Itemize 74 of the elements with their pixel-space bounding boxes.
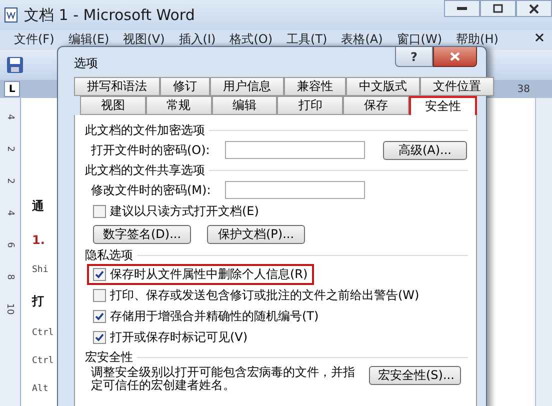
document-text: 通 (32, 198, 44, 215)
ruler-number: 4 (5, 114, 15, 120)
section-heading: 此文档的文件共享选项 (85, 162, 205, 178)
help-button[interactable]: ? (395, 47, 433, 67)
document-text: 1. (32, 233, 45, 247)
section-heading: 此文档的文件加密选项 (85, 122, 205, 138)
checkbox[interactable] (93, 331, 106, 344)
document-text: 打 (32, 293, 44, 310)
checkbox[interactable] (93, 289, 106, 302)
tab[interactable]: 拼写和语法 (74, 77, 160, 96)
close-button[interactable] (516, 0, 552, 17)
checkbox-option[interactable]: 打印、保存或发送包含修订或批注的文件之前给出警告(W) (87, 285, 426, 306)
menu-item[interactable]: 窗口(W) (396, 31, 442, 48)
ruler-number: 4 (5, 210, 15, 216)
tab[interactable]: 编辑 (212, 96, 278, 115)
advanced-button[interactable]: 高级(A)... (383, 140, 467, 160)
dialog-title: 选项 (74, 55, 98, 72)
ruler-number: 2 (5, 178, 15, 184)
document-icon (4, 7, 18, 23)
tab[interactable]: 安全性 (409, 96, 477, 115)
menu-item[interactable]: 工具(T) (286, 31, 328, 48)
checkbox[interactable] (93, 310, 106, 323)
checkbox-option[interactable]: 存储用于增强合并精确性的随机编号(T) (87, 306, 325, 327)
macro-description: 调整安全级别以打开可能包含宏病毒的文件，并指定可信任的宏创建者姓名。 (91, 366, 356, 392)
menu-item[interactable]: 帮助(H) (456, 31, 498, 48)
checkbox-option[interactable]: 保存时从文件属性中删除个人信息(R) (87, 264, 314, 285)
minimize-icon (457, 6, 467, 10)
ruler-number: 8 (5, 274, 15, 280)
menu-item[interactable]: 插入(I) (178, 31, 216, 48)
scrollbar[interactable] (535, 98, 552, 406)
tab[interactable]: 用户信息 (210, 77, 284, 96)
checkbox[interactable] (93, 205, 106, 218)
tab[interactable]: 兼容性 (284, 77, 346, 96)
menu-item[interactable]: 表格(A) (341, 31, 383, 48)
window-title: 文档 1 - Microsoft Word (24, 6, 195, 24)
tab[interactable]: 保存 (343, 96, 410, 115)
menu-item[interactable]: 文件(F) (14, 31, 54, 48)
tab[interactable]: 视图 (80, 96, 146, 115)
document-text: Alt (32, 384, 48, 394)
tab[interactable]: 修订 (160, 77, 210, 96)
ruler-number: 6 (5, 242, 15, 248)
menu-item[interactable]: 视图(V) (123, 31, 165, 48)
ruler-number: 38 (517, 84, 530, 94)
maximize-icon (493, 4, 503, 13)
document-text: Ctrl (32, 356, 54, 366)
checkbox-option[interactable]: 打开或保存时标记可见(V) (87, 327, 254, 348)
section-heading: 隐私选项 (85, 246, 133, 264)
field-label: 修改文件时的密码(M): (91, 182, 212, 198)
checkbox-option[interactable]: 建议以只读方式打开文档(E) (87, 201, 265, 222)
checkbox[interactable] (93, 268, 106, 281)
password-field[interactable] (225, 141, 365, 159)
document-text: Ctrl (32, 328, 54, 338)
tab[interactable]: 打印 (277, 96, 344, 115)
section-heading: 宏安全性 (85, 348, 133, 366)
menu-item[interactable]: 格式(O) (230, 31, 273, 48)
minimize-button[interactable] (444, 0, 480, 17)
close-button[interactable] (433, 47, 477, 67)
maximize-button[interactable] (480, 0, 516, 17)
tab[interactable]: 文件位置 (420, 77, 494, 96)
menu-item[interactable]: 编辑(E) (68, 31, 110, 48)
ruler-number: 2 (5, 146, 15, 152)
ruler-number: 10 (5, 303, 15, 315)
password-field[interactable] (225, 181, 365, 199)
dialog-button[interactable]: 保护文档(P)... (207, 224, 305, 244)
macro-security-button[interactable]: 宏安全性(S)... (369, 366, 461, 385)
close-icon (450, 52, 460, 61)
document-text: Shi (32, 265, 48, 275)
close-icon (529, 4, 539, 14)
save-icon[interactable] (6, 56, 24, 74)
tab[interactable]: 中文版式 (346, 77, 420, 96)
field-label: 打开文件时的密码(O): (91, 142, 211, 158)
tab[interactable]: 常规 (146, 96, 212, 115)
dialog-button[interactable]: 数字签名(D)... (93, 224, 191, 244)
tab-stop-selector[interactable]: L (4, 81, 20, 97)
